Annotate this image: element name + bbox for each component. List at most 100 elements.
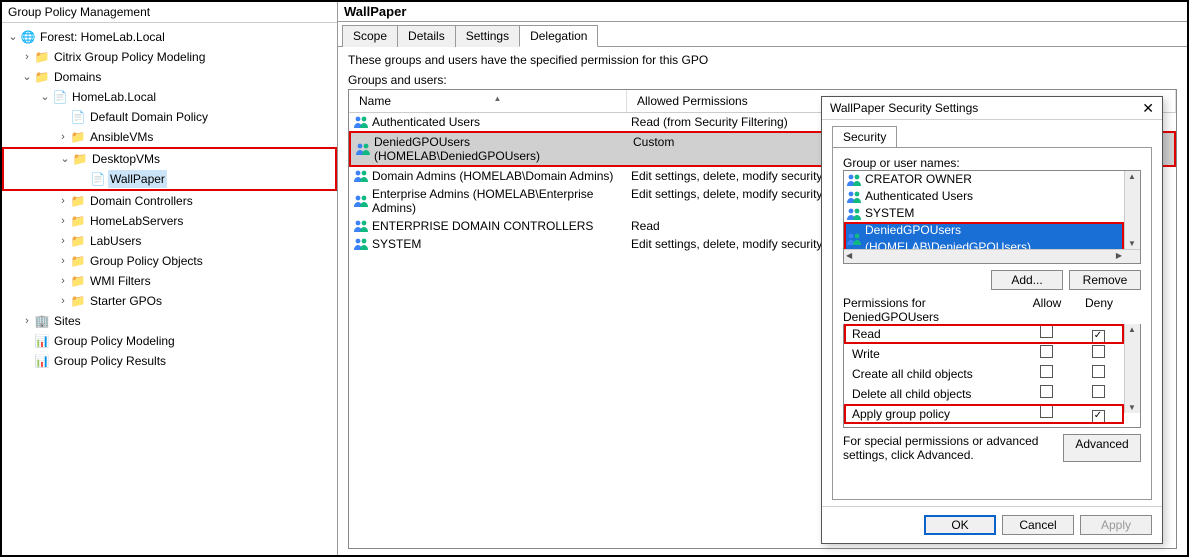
- checkbox[interactable]: [1040, 385, 1053, 398]
- groups-label: Groups and users:: [348, 73, 1177, 87]
- special-text: For special permissions or advanced sett…: [843, 434, 1063, 462]
- scrollbar-vertical[interactable]: [1124, 324, 1140, 413]
- expand-closed-icon[interactable]: ›: [56, 233, 70, 249]
- name-label: CREATOR OWNER: [865, 171, 972, 188]
- ou-icon: 📁: [70, 213, 86, 229]
- remove-button[interactable]: Remove: [1069, 270, 1141, 290]
- perm-row: Read ✓: [844, 324, 1124, 344]
- tree-item-label: Domains: [52, 68, 103, 86]
- checkbox[interactable]: [1092, 385, 1105, 398]
- expand-closed-icon[interactable]: ›: [56, 253, 70, 269]
- tab-scope[interactable]: Scope: [342, 25, 398, 47]
- tree-item-label: HomeLabServers: [88, 212, 185, 230]
- tree-item[interactable]: ›📁HomeLabServers: [2, 211, 337, 231]
- domain-icon: 📄: [52, 89, 68, 105]
- checkbox[interactable]: [1040, 405, 1053, 418]
- permissions-list[interactable]: Read ✓ WriteCreate all child objectsDelete…: [843, 324, 1141, 428]
- expand-closed-icon[interactable]: ›: [56, 293, 70, 309]
- tree-item[interactable]: ›📄WallPaper: [4, 169, 335, 189]
- group-icon: [846, 207, 862, 221]
- tree-item[interactable]: ›📁Citrix Group Policy Modeling: [2, 47, 337, 67]
- tree-item[interactable]: ›🏢Sites: [2, 311, 337, 331]
- forest-icon: 🌐: [20, 29, 36, 45]
- expand-closed-icon[interactable]: ›: [20, 49, 34, 65]
- cancel-button[interactable]: Cancel: [1002, 515, 1074, 535]
- tree-item[interactable]: ›📁LabUsers: [2, 231, 337, 251]
- tree-item[interactable]: ›📁WMI Filters: [2, 271, 337, 291]
- tree-item[interactable]: ›📁Domain Controllers: [2, 191, 337, 211]
- expand-open-icon[interactable]: ⌄: [6, 29, 20, 45]
- add-button[interactable]: Add...: [991, 270, 1063, 290]
- checkbox[interactable]: [1092, 345, 1105, 358]
- tree-item-label: Domain Controllers: [88, 192, 195, 210]
- perm-name: Read: [852, 325, 1020, 343]
- perm-row: Create all child objects: [844, 364, 1124, 384]
- names-list-item[interactable]: DeniedGPOUsers (HOMELAB\DeniedGPOUsers): [844, 222, 1124, 249]
- expand-closed-icon[interactable]: ›: [56, 129, 70, 145]
- tab-security[interactable]: Security: [832, 126, 897, 147]
- expand-closed-icon[interactable]: ›: [56, 193, 70, 209]
- advanced-button[interactable]: Advanced: [1063, 434, 1141, 462]
- ok-button[interactable]: OK: [924, 515, 996, 535]
- checkbox[interactable]: ✓: [1092, 330, 1105, 343]
- names-list[interactable]: CREATOR OWNERAuthenticated UsersSYSTEMDe…: [843, 170, 1141, 264]
- close-icon[interactable]: ✕: [1142, 101, 1154, 115]
- tab-delegation[interactable]: Delegation: [519, 25, 598, 47]
- tree-item[interactable]: ⌄🌐Forest: HomeLab.Local: [2, 27, 337, 47]
- tree-item[interactable]: ⌄📁DesktopVMs: [4, 149, 335, 169]
- name-label: DeniedGPOUsers (HOMELAB\DeniedGPOUsers): [865, 222, 1122, 249]
- group-icon: [353, 194, 369, 208]
- tree-item-label: Group Policy Results: [52, 352, 168, 370]
- tree-item-label: Forest: HomeLab.Local: [38, 28, 167, 46]
- scrollbar-horizontal[interactable]: [844, 249, 1140, 263]
- tree-item[interactable]: ›📄Default Domain Policy: [2, 107, 337, 127]
- perm-for-label: Permissions for DeniedGPOUsers: [843, 296, 1021, 324]
- expand-open-icon[interactable]: ⌄: [20, 69, 34, 85]
- names-list-item[interactable]: SYSTEM: [844, 205, 1124, 222]
- results-icon: 📊: [34, 353, 50, 369]
- tree-item-label: Default Domain Policy: [88, 108, 210, 126]
- tree-item[interactable]: ›📊Group Policy Results: [2, 351, 337, 371]
- tree-item-label: Starter GPOs: [88, 292, 164, 310]
- perm-name: Delete all child objects: [852, 385, 1020, 403]
- allow-header: Allow: [1021, 296, 1073, 324]
- tab-settings[interactable]: Settings: [455, 25, 520, 47]
- tree-item[interactable]: ⌄📄HomeLab.Local: [2, 87, 337, 107]
- names-list-item[interactable]: CREATOR OWNER: [844, 171, 1124, 188]
- checkbox[interactable]: [1040, 345, 1053, 358]
- security-panel: Group or user names: CREATOR OWNERAuthen…: [832, 147, 1152, 500]
- ou-icon: 📁: [72, 151, 88, 167]
- tab-details[interactable]: Details: [397, 25, 456, 47]
- expand-open-icon[interactable]: ⌄: [58, 151, 72, 167]
- tree-item[interactable]: ⌄📁Domains: [2, 67, 337, 87]
- checkbox[interactable]: [1092, 365, 1105, 378]
- tree-item[interactable]: ›📁Group Policy Objects: [2, 251, 337, 271]
- name-label: Authenticated Users: [865, 188, 973, 205]
- tree[interactable]: ⌄🌐Forest: HomeLab.Local›📁Citrix Group Po…: [2, 23, 337, 375]
- expand-closed-icon[interactable]: ›: [56, 273, 70, 289]
- tree-item-label: LabUsers: [88, 232, 143, 250]
- apply-button[interactable]: Apply: [1080, 515, 1152, 535]
- names-list-item[interactable]: Authenticated Users: [844, 188, 1124, 205]
- tree-item[interactable]: ›📁Starter GPOs: [2, 291, 337, 311]
- perm-name: Write: [852, 345, 1020, 363]
- checkbox[interactable]: ✓: [1092, 410, 1105, 423]
- scrollbar-vertical[interactable]: [1124, 171, 1140, 249]
- perm-row: Apply group policy✓: [844, 404, 1124, 424]
- col-name[interactable]: Name▲: [349, 90, 627, 112]
- expand-closed-icon[interactable]: ›: [20, 313, 34, 329]
- page-title: WallPaper: [338, 2, 1187, 22]
- tree-item[interactable]: ›📁AnsibleVMs: [2, 127, 337, 147]
- row-name: Enterprise Admins (HOMELAB\Enterprise Ad…: [372, 187, 623, 215]
- group-icon: [353, 219, 369, 233]
- folder-wmi-icon: 📁: [70, 273, 86, 289]
- expand-closed-icon[interactable]: ›: [56, 213, 70, 229]
- tree-item[interactable]: ›📊Group Policy Modeling: [2, 331, 337, 351]
- tabs: ScopeDetailsSettingsDelegation: [338, 22, 1187, 47]
- checkbox[interactable]: [1040, 365, 1053, 378]
- expand-open-icon[interactable]: ⌄: [38, 89, 52, 105]
- checkbox[interactable]: [1040, 325, 1053, 338]
- highlight-box: ⌄📁DesktopVMs›📄WallPaper: [2, 147, 337, 191]
- ou-icon: 📁: [70, 233, 86, 249]
- gpmc-window: Group Policy Management ⌄🌐Forest: HomeLa…: [0, 0, 1189, 557]
